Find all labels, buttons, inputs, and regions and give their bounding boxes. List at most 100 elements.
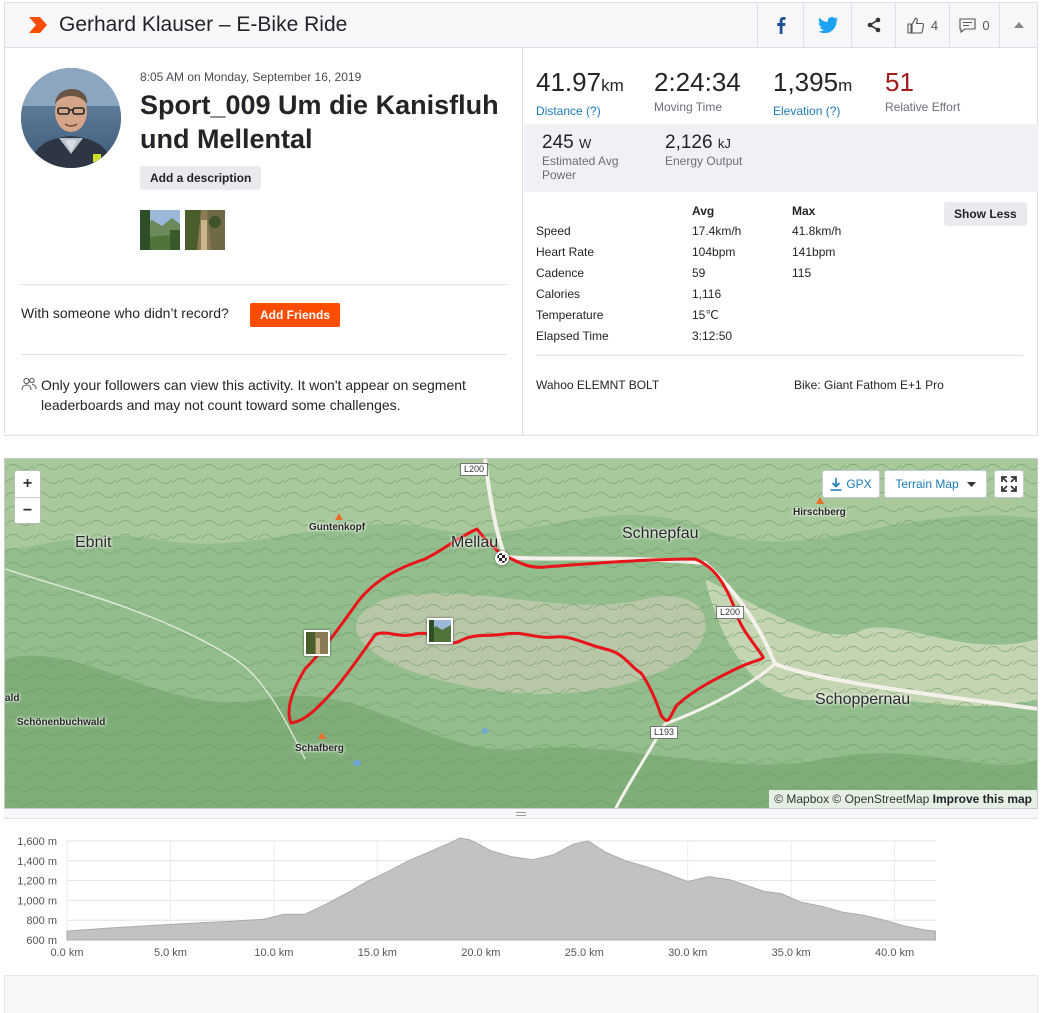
landscape-photo	[140, 210, 180, 250]
table-row: Elapsed Time 3:12:50	[536, 329, 936, 350]
road-label: L200	[716, 606, 745, 619]
x-tick-label: 35.0 km	[772, 947, 811, 959]
map-resize-handle[interactable]	[4, 809, 1038, 819]
peak-icon	[816, 497, 824, 504]
page-title: Gerhard Klauser – E-Bike Ride	[59, 13, 348, 36]
y-axis: 1,600 m 1,400 m 1,200 m 1,000 m 800 m 600 m	[17, 836, 57, 947]
table-row: Cadence 59 115	[536, 266, 936, 287]
gpx-download-button[interactable]: GPX	[822, 470, 880, 498]
row-max: 41.8km/h	[792, 224, 842, 238]
caret-up-icon	[1013, 22, 1024, 28]
x-tick-label: 5.0 km	[154, 947, 187, 959]
kudos-count: 4	[930, 17, 939, 33]
zoom-in-button[interactable]: +	[15, 471, 40, 497]
moving-time-label: Moving Time	[654, 100, 723, 114]
zoom-out-button[interactable]: −	[15, 497, 40, 523]
show-less-button[interactable]: Show Less	[944, 202, 1027, 226]
facebook-icon	[776, 17, 786, 34]
elevation-label[interactable]: Elevation (?)	[773, 104, 852, 118]
place-label: Mellau	[451, 534, 499, 551]
followers-icon	[21, 377, 37, 391]
photo-marker-image	[306, 632, 328, 654]
row-label: Heart Rate	[536, 245, 595, 259]
comments-button[interactable]: 0	[949, 3, 999, 47]
energy-value: 2,126	[665, 132, 713, 153]
y-tick-label: 1,200 m	[17, 876, 57, 888]
peak-label: Schafberg	[295, 743, 344, 754]
energy-unit: kJ	[717, 136, 731, 151]
row-label: Temperature	[536, 308, 604, 322]
kudos-button[interactable]: 4	[895, 3, 949, 47]
x-tick-label: 40.0 km	[875, 947, 914, 959]
map-attribution: © Mapbox © OpenStreetMap Improve this ma…	[769, 790, 1037, 808]
forest-photo	[185, 210, 225, 250]
divider	[21, 354, 507, 355]
collapse-button[interactable]	[999, 3, 1037, 47]
x-tick-label: 15.0 km	[358, 947, 397, 959]
expand-icon	[1001, 476, 1017, 492]
comment-count: 0	[982, 17, 990, 33]
route-map[interactable]: + − GPX Terrain Map Ebnit Mellau Schnepf…	[4, 458, 1038, 809]
athlete-photo	[21, 68, 121, 168]
y-tick-label: 1,000 m	[17, 895, 57, 907]
activity-timestamp: 8:05 AM on Monday, September 16, 2019	[140, 70, 362, 84]
x-tick-label: 10.0 km	[254, 947, 293, 959]
share-button[interactable]	[851, 3, 895, 47]
moving-time-stat: 2:24:34 Moving Time	[654, 66, 741, 114]
download-icon	[830, 477, 842, 491]
peak-label: Hirschberg	[793, 507, 846, 518]
power-value: 245	[542, 132, 574, 153]
photo-thumbnail[interactable]	[185, 210, 225, 250]
table-row: Speed 17.4km/h 41.8km/h	[536, 224, 936, 245]
elevation-chart: 1,600 m 1,400 m 1,200 m 1,000 m 800 m 600 m 0…	[17, 836, 936, 959]
facebook-share-button[interactable]	[757, 3, 803, 47]
place-label: ald	[5, 693, 20, 704]
with-someone-text: With someone who didn’t record?	[21, 305, 229, 321]
add-description-button[interactable]: Add a description	[140, 166, 262, 190]
activity-name: Sport_009 Um die Kanisfluh und Mellental	[140, 90, 499, 154]
table-row: Calories 1,116	[536, 287, 936, 308]
comment-icon	[959, 17, 976, 33]
terrain-map-canvas	[5, 459, 1037, 808]
device-name: Wahoo ELEMNT BOLT	[536, 378, 660, 392]
y-tick-label: 600 m	[26, 935, 57, 947]
row-label: Speed	[536, 224, 571, 238]
distance-value: 41.97	[536, 67, 602, 97]
distance-label[interactable]: Distance (?)	[536, 104, 624, 118]
zoom-controls: + −	[14, 470, 41, 524]
add-friends-button[interactable]: Add Friends	[250, 303, 341, 327]
x-tick-label: 0.0 km	[50, 947, 83, 959]
finish-flag-icon[interactable]	[495, 551, 509, 565]
fullscreen-button[interactable]	[994, 470, 1024, 498]
improve-map-link[interactable]: Improve this map	[933, 792, 1032, 806]
elevation-profile[interactable]: 1,600 m 1,400 m 1,200 m 1,000 m 800 m 600 m 0…	[4, 820, 1038, 975]
row-avg: 17.4km/h	[692, 224, 742, 238]
twitter-share-button[interactable]	[803, 3, 851, 47]
avg-column-header: Avg	[692, 204, 715, 218]
row-avg: 3:12:50	[692, 329, 733, 343]
bike-name: Bike: Giant Fathom E+1 Pro	[794, 378, 944, 392]
photo-marker-image	[429, 620, 451, 642]
map-type-select[interactable]: Terrain Map	[884, 470, 987, 498]
attribution-text[interactable]: © Mapbox © OpenStreetMap	[774, 792, 929, 806]
photo-thumbnail[interactable]	[140, 210, 180, 250]
place-label: Schönenbuchwald	[17, 717, 106, 728]
max-column-header: Max	[792, 204, 816, 218]
relative-effort-stat[interactable]: 51 Relative Effort	[885, 66, 960, 114]
road-label: L193	[650, 726, 679, 739]
peak-icon	[335, 513, 343, 520]
page-footer-area	[4, 975, 1038, 1013]
road-label: L200	[460, 463, 489, 476]
row-label: Calories	[536, 287, 581, 301]
photo-marker[interactable]	[304, 630, 330, 656]
peak-label: Guntenkopf	[309, 522, 366, 533]
row-avg: 104bpm	[692, 245, 736, 259]
athlete-avatar[interactable]	[21, 68, 121, 168]
activity-summary: 8:05 AM on Monday, September 16, 2019 Sp…	[4, 48, 1038, 436]
divider	[21, 284, 507, 285]
x-tick-label: 20.0 km	[461, 947, 500, 959]
y-tick-label: 1,400 m	[17, 856, 57, 868]
place-label: Schoppernau	[815, 691, 911, 708]
photo-marker[interactable]	[427, 618, 453, 644]
row-avg: 59	[692, 266, 706, 280]
